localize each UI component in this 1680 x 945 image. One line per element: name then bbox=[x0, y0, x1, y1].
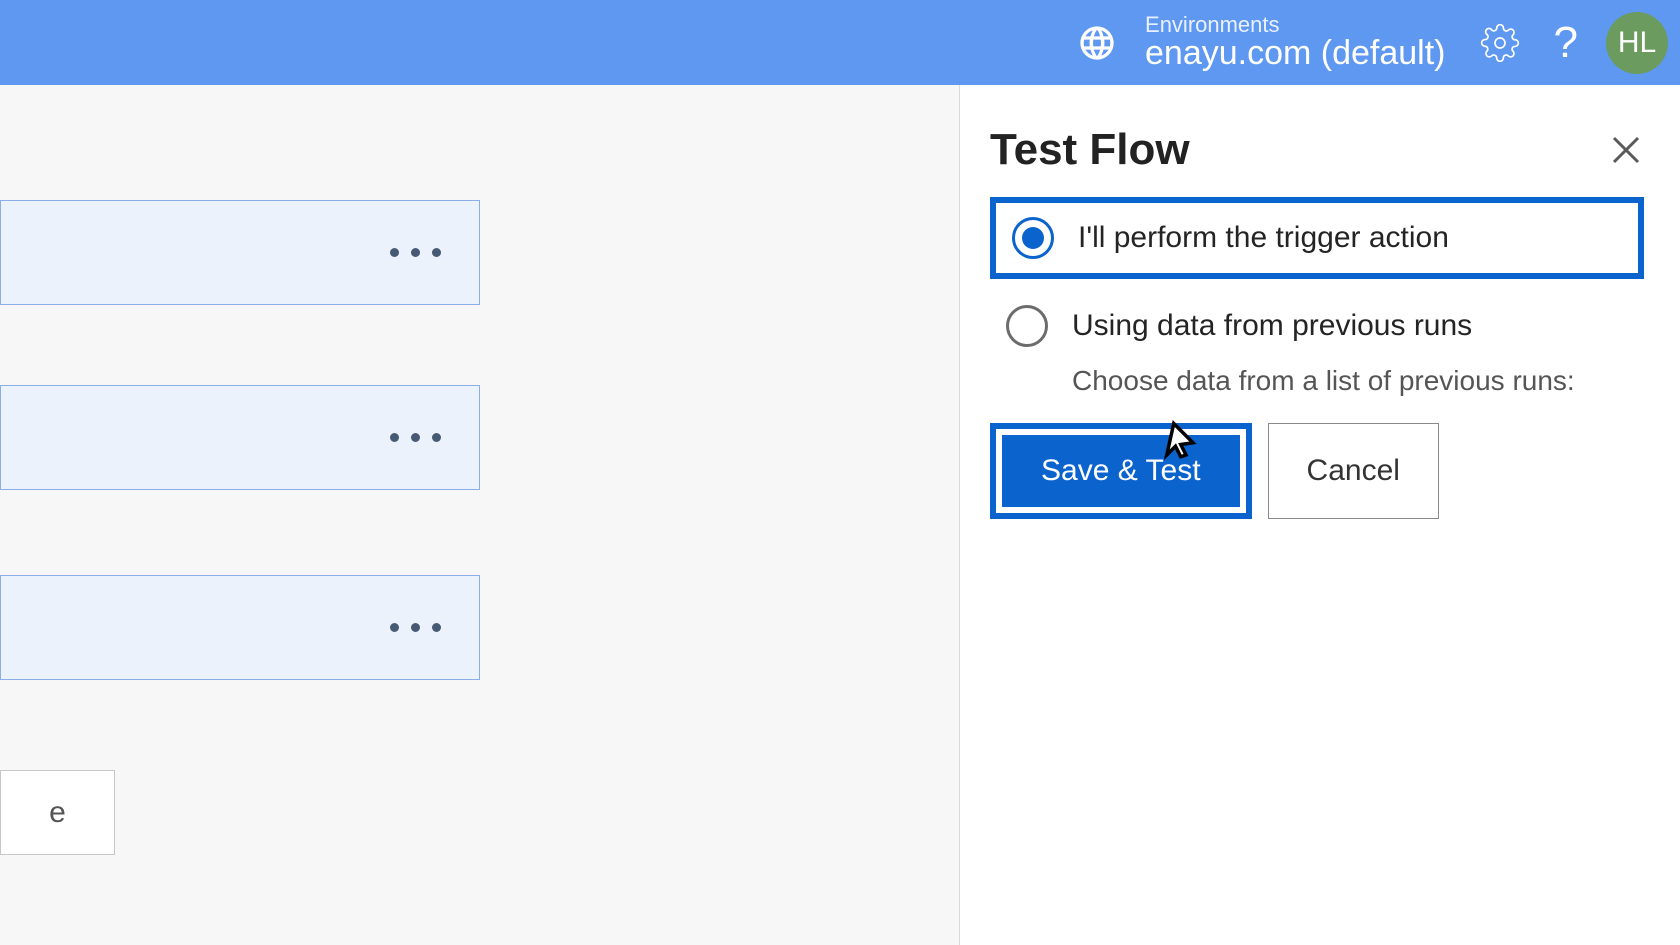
radio-label: I'll perform the trigger action bbox=[1078, 221, 1449, 255]
radio-icon bbox=[1006, 305, 1048, 347]
more-icon[interactable] bbox=[390, 433, 441, 442]
globe-icon bbox=[1073, 19, 1121, 67]
app-header: Environments enayu.com (default) ? HL bbox=[0, 0, 1680, 85]
radio-previous-subtext: Choose data from a list of previous runs… bbox=[1072, 365, 1644, 397]
new-step-button[interactable]: e bbox=[0, 770, 115, 855]
radio-perform-trigger[interactable]: I'll perform the trigger action bbox=[990, 197, 1644, 279]
environment-picker[interactable]: Environments enayu.com (default) bbox=[1073, 13, 1446, 72]
cancel-button[interactable]: Cancel bbox=[1268, 423, 1439, 519]
avatar[interactable]: HL bbox=[1606, 12, 1668, 74]
flow-canvas: e bbox=[0, 85, 960, 945]
radio-label: Using data from previous runs bbox=[1072, 309, 1472, 343]
save-test-highlight: Save & Test bbox=[990, 423, 1252, 519]
radio-previous-runs[interactable]: Using data from previous runs bbox=[990, 291, 1644, 361]
cursor-icon bbox=[1158, 420, 1200, 462]
environment-value: enayu.com (default) bbox=[1145, 36, 1446, 72]
flow-step-card[interactable] bbox=[0, 200, 480, 305]
environments-label: Environments bbox=[1145, 13, 1446, 36]
radio-icon bbox=[1012, 217, 1054, 259]
close-icon[interactable] bbox=[1608, 132, 1644, 168]
test-flow-panel: Test Flow I'll perform the trigger actio… bbox=[960, 85, 1680, 945]
flow-step-card[interactable] bbox=[0, 385, 480, 490]
environment-text: Environments enayu.com (default) bbox=[1145, 13, 1446, 72]
panel-title: Test Flow bbox=[990, 125, 1190, 175]
flow-step-card[interactable] bbox=[0, 575, 480, 680]
help-icon[interactable]: ? bbox=[1554, 21, 1578, 65]
more-icon[interactable] bbox=[390, 623, 441, 632]
gear-icon[interactable] bbox=[1474, 17, 1526, 69]
save-test-button[interactable]: Save & Test bbox=[1002, 435, 1240, 507]
more-icon[interactable] bbox=[390, 248, 441, 257]
